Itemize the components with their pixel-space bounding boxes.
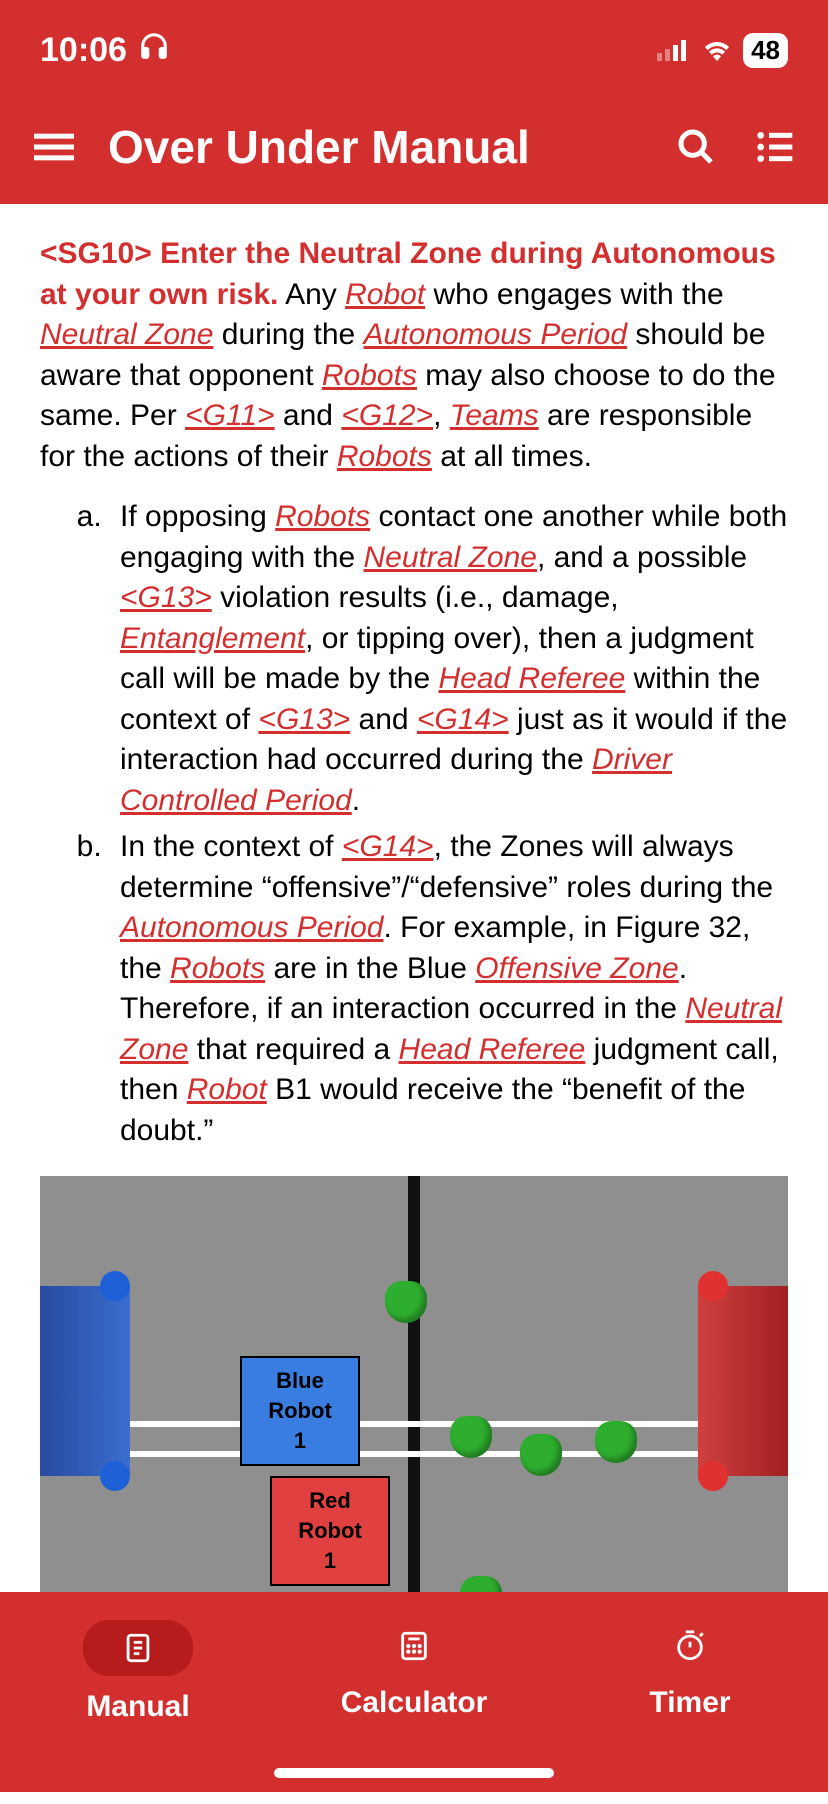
- triball-icon: [450, 1416, 492, 1458]
- blue-goal: [40, 1286, 130, 1476]
- page-title: Over Under Manual: [108, 120, 642, 174]
- blue-robot-box: Blue Robot 1: [240, 1356, 360, 1466]
- list-button[interactable]: [750, 123, 798, 171]
- nav-label: Timer: [649, 1686, 730, 1720]
- manual-icon: [83, 1620, 193, 1676]
- link-g14[interactable]: <G14>: [342, 830, 434, 863]
- link-robots[interactable]: Robots: [275, 500, 370, 533]
- link-robot[interactable]: Robot: [345, 278, 425, 311]
- link-g11[interactable]: <G11>: [185, 399, 275, 432]
- content-area[interactable]: <SG10> Enter the Neutral Zone during Aut…: [0, 204, 828, 1804]
- wifi-icon: [701, 31, 733, 70]
- status-bar: 10:06 48: [0, 0, 828, 100]
- home-indicator[interactable]: [274, 1768, 554, 1778]
- red-robot-box: Red Robot 1: [270, 1476, 390, 1586]
- link-g13[interactable]: <G13>: [120, 581, 212, 614]
- link-neutral-zone[interactable]: Neutral Zone: [364, 541, 537, 574]
- triball-icon: [595, 1421, 637, 1463]
- link-autonomous-period[interactable]: Autonomous Period: [364, 318, 628, 351]
- list-item-b: In the context of <G14>, the Zones will …: [110, 827, 788, 1151]
- nav-label: Manual: [86, 1690, 189, 1724]
- rule-paragraph: <SG10> Enter the Neutral Zone during Aut…: [40, 234, 788, 477]
- link-robots[interactable]: Robots: [322, 359, 417, 392]
- status-right: 48: [657, 31, 788, 70]
- link-head-referee[interactable]: Head Referee: [439, 662, 626, 695]
- cellular-icon: [657, 31, 691, 70]
- link-entanglement[interactable]: Entanglement: [120, 622, 305, 655]
- field-line: [40, 1421, 788, 1427]
- nav-manual[interactable]: Manual: [0, 1592, 276, 1792]
- link-g13[interactable]: <G13>: [258, 703, 350, 736]
- triball-icon: [385, 1281, 427, 1323]
- link-robot[interactable]: Robot: [187, 1073, 267, 1106]
- link-g14[interactable]: <G14>: [417, 703, 509, 736]
- rule-sublist: If opposing Robots contact one another w…: [40, 497, 788, 1151]
- link-robots-2[interactable]: Robots: [337, 440, 432, 473]
- status-left: 10:06: [40, 31, 169, 70]
- search-button[interactable]: [672, 123, 720, 171]
- field-line: [40, 1451, 788, 1457]
- app-bar: Over Under Manual: [0, 100, 828, 204]
- link-offensive-zone[interactable]: Offensive Zone: [475, 952, 678, 985]
- triball-icon: [520, 1434, 562, 1476]
- status-time: 10:06: [40, 31, 127, 70]
- nav-calculator[interactable]: Calculator: [276, 1592, 552, 1792]
- search-icon: [676, 127, 716, 167]
- hamburger-icon: [34, 127, 74, 167]
- nav-label: Calculator: [341, 1686, 488, 1720]
- menu-button[interactable]: [30, 123, 78, 171]
- headphones-icon: [139, 31, 169, 70]
- link-autonomous-period[interactable]: Autonomous Period: [120, 911, 384, 944]
- calculator-icon: [388, 1620, 440, 1672]
- list-item-a: If opposing Robots contact one another w…: [110, 497, 788, 821]
- bottom-nav: Manual Calculator Timer: [0, 1592, 828, 1792]
- timer-icon: [664, 1620, 716, 1672]
- link-neutral-zone[interactable]: Neutral Zone: [40, 318, 213, 351]
- link-robots[interactable]: Robots: [170, 952, 265, 985]
- rule-tag: <SG10>: [40, 237, 152, 270]
- link-head-referee[interactable]: Head Referee: [399, 1033, 586, 1066]
- nav-timer[interactable]: Timer: [552, 1592, 828, 1792]
- red-goal: [698, 1286, 788, 1476]
- list-icon: [754, 127, 794, 167]
- link-teams[interactable]: Teams: [450, 399, 539, 432]
- link-g12[interactable]: <G12>: [341, 399, 433, 432]
- battery-level: 48: [743, 33, 788, 68]
